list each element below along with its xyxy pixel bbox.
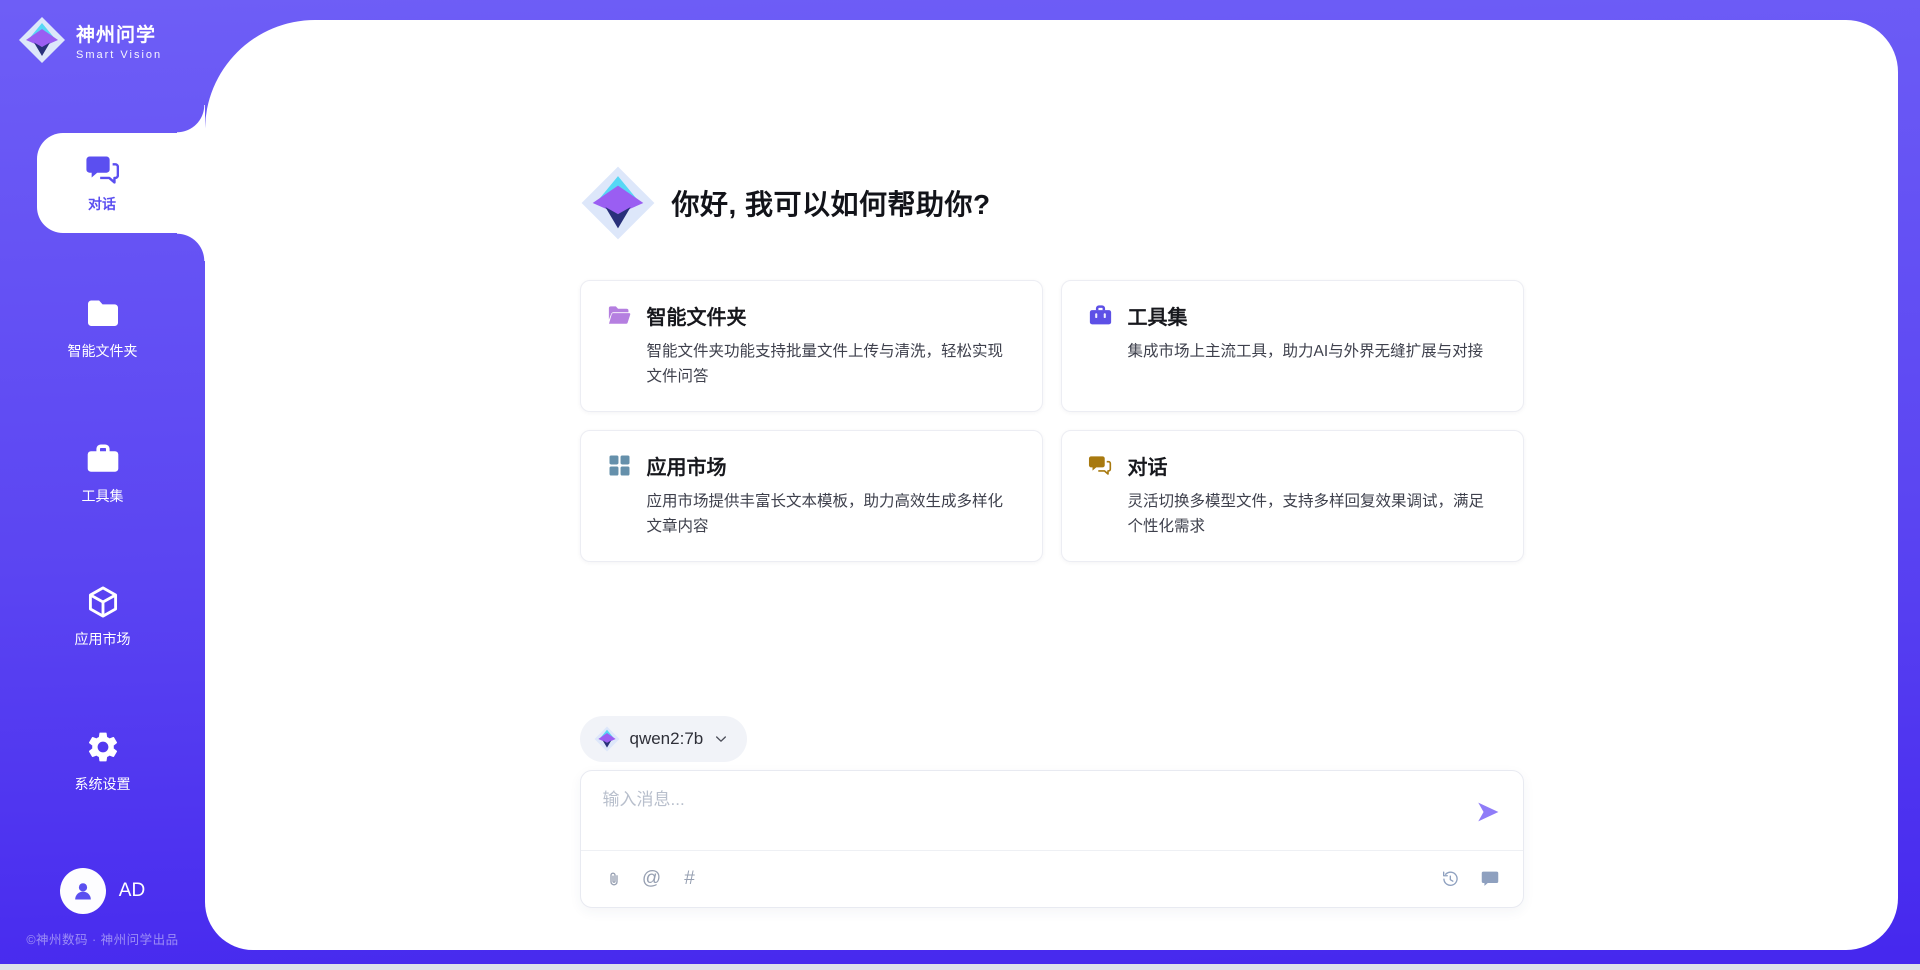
brand: 神州问学 Smart Vision bbox=[18, 16, 162, 64]
send-button[interactable] bbox=[1473, 799, 1503, 829]
topic-button[interactable]: # bbox=[677, 866, 703, 892]
sidebar: 神州问学 Smart Vision 对话 智能文件夹 工具集 应用市场 系统设置… bbox=[0, 0, 205, 970]
chat-icon bbox=[1088, 453, 1113, 478]
message-input[interactable] bbox=[603, 785, 1473, 842]
model-selector[interactable]: qwen2:7b bbox=[580, 716, 748, 762]
card-app-market[interactable]: 应用市场 应用市场提供丰富长文本模板，助力高效生成多样化文章内容 bbox=[580, 430, 1043, 562]
card-description: 智能文件夹功能支持批量文件上传与清洗，轻松实现文件问答 bbox=[607, 339, 1016, 389]
sidebar-item-smart-folder[interactable]: 智能文件夹 bbox=[0, 296, 205, 361]
card-toolset[interactable]: 工具集 集成市场上主流工具，助力AI与外界无缝扩展与对接 bbox=[1061, 280, 1524, 412]
sidebar-item-app-market[interactable]: 应用市场 bbox=[0, 584, 205, 649]
chat-bubble-icon bbox=[1480, 869, 1500, 889]
conversation-button[interactable] bbox=[1477, 866, 1503, 892]
hash-icon: # bbox=[684, 868, 695, 890]
history-button[interactable] bbox=[1437, 866, 1463, 892]
horizontal-scrollbar-track[interactable] bbox=[0, 964, 1920, 970]
card-description: 应用市场提供丰富长文本模板，助力高效生成多样化文章内容 bbox=[607, 489, 1016, 539]
history-icon bbox=[1440, 869, 1460, 889]
sidebar-item-label: 工具集 bbox=[0, 486, 205, 506]
at-icon: @ bbox=[642, 868, 661, 890]
folder-open-icon bbox=[607, 303, 632, 328]
sidebar-item-label: 系统设置 bbox=[0, 774, 205, 794]
copyright-footer: ©神州数码 · 神州问学出品 bbox=[0, 929, 205, 948]
card-title: 智能文件夹 bbox=[647, 301, 747, 330]
card-title: 应用市场 bbox=[647, 451, 727, 480]
sidebar-item-label: 智能文件夹 bbox=[0, 341, 205, 361]
app-grid-icon bbox=[607, 453, 632, 478]
model-logo-icon bbox=[594, 726, 620, 752]
mention-button[interactable]: @ bbox=[639, 866, 665, 892]
greeting-text: 你好, 我可以如何帮助你? bbox=[672, 183, 991, 223]
person-icon bbox=[70, 878, 96, 904]
main-panel: 你好, 我可以如何帮助你? 智能文件夹 智能文件夹功能支持批量文件上传与清洗，轻… bbox=[205, 20, 1898, 950]
feature-cards: 智能文件夹 智能文件夹功能支持批量文件上传与清洗，轻松实现文件问答 工具集 集成… bbox=[580, 280, 1524, 562]
cube-icon bbox=[85, 584, 121, 620]
assistant-logo-icon bbox=[580, 165, 656, 241]
card-chat[interactable]: 对话 灵活切换多模型文件，支持多样回复效果调试，满足个性化需求 bbox=[1061, 430, 1524, 562]
message-composer: @ # bbox=[580, 770, 1524, 908]
sidebar-item-label: 应用市场 bbox=[0, 629, 205, 649]
gear-icon bbox=[85, 729, 121, 765]
greeting: 你好, 我可以如何帮助你? bbox=[580, 165, 1524, 241]
brand-subtitle: Smart Vision bbox=[76, 49, 162, 61]
toolbox-icon bbox=[1088, 303, 1113, 328]
attach-file-button[interactable] bbox=[601, 866, 627, 892]
sidebar-item-toolset[interactable]: 工具集 bbox=[0, 441, 205, 506]
user-initials: AD bbox=[119, 880, 145, 902]
send-icon bbox=[1475, 799, 1501, 825]
card-description: 集成市场上主流工具，助力AI与外界无缝扩展与对接 bbox=[1088, 339, 1497, 364]
card-smart-folder[interactable]: 智能文件夹 智能文件夹功能支持批量文件上传与清洗，轻松实现文件问答 bbox=[580, 280, 1043, 412]
sidebar-item-settings[interactable]: 系统设置 bbox=[0, 729, 205, 794]
chat-icon bbox=[85, 153, 119, 187]
model-name: qwen2:7b bbox=[630, 729, 704, 749]
chevron-down-icon bbox=[713, 731, 729, 747]
sidebar-item-label: 对话 bbox=[88, 194, 116, 214]
user-account[interactable]: AD bbox=[0, 868, 205, 914]
sidebar-item-chat[interactable]: 对话 bbox=[37, 133, 205, 233]
brand-logo-icon bbox=[18, 16, 66, 64]
paperclip-icon bbox=[604, 869, 624, 889]
card-title: 工具集 bbox=[1128, 301, 1188, 330]
folder-icon bbox=[85, 296, 121, 332]
card-title: 对话 bbox=[1128, 451, 1168, 480]
toolbox-icon bbox=[85, 441, 121, 477]
avatar bbox=[60, 868, 106, 914]
brand-name: 神州问学 bbox=[76, 20, 162, 47]
card-description: 灵活切换多模型文件，支持多样回复效果调试，满足个性化需求 bbox=[1088, 489, 1497, 539]
